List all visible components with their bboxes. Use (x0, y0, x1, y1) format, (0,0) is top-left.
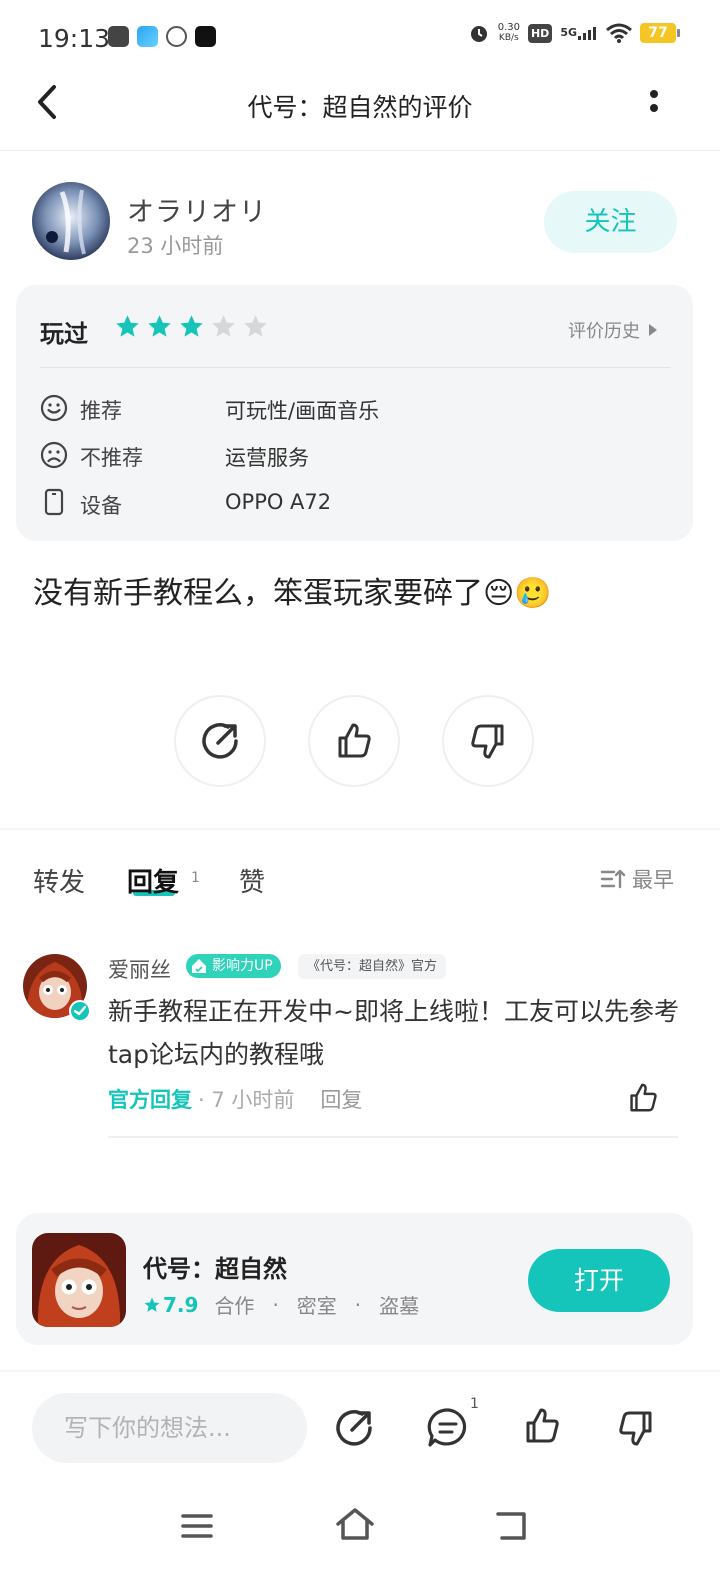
verified-badge-icon (69, 1000, 91, 1022)
game-name: 代号：超自然 (143, 1255, 287, 1283)
more-icon[interactable] (648, 88, 660, 118)
comment-meta: 官方回复 · 7 小时前 回复 (108, 1084, 362, 1114)
house-icon (192, 959, 206, 973)
game-rating: 7.9 (143, 1293, 198, 1317)
not-recommend-value: 运营服务 (225, 446, 309, 470)
alarm-icon (470, 26, 487, 42)
comment-author-name[interactable]: 爱丽丝 (108, 954, 171, 984)
game-icon[interactable] (32, 1233, 126, 1327)
played-label: 玩过 (40, 320, 88, 348)
net-speed-value: 0.30 (497, 22, 520, 33)
wifi-icon (606, 23, 632, 43)
status-time: 19:13 (38, 24, 111, 53)
star-empty-icon (244, 315, 267, 337)
game-rating-value: 7.9 (163, 1292, 199, 1317)
share-button[interactable] (174, 695, 266, 787)
hd-badge: HD (527, 23, 553, 43)
bottom-thumbs-down-icon[interactable] (614, 1406, 658, 1450)
sort-button[interactable]: 最早 (600, 864, 674, 894)
bottom-comment-count: 1 (470, 1396, 479, 1412)
game-tag: 密室 (296, 1294, 337, 1318)
author-name[interactable]: オラリオリ (127, 190, 267, 229)
phone-icon (44, 488, 64, 516)
game-tag: 合作 (214, 1294, 255, 1318)
signal-icon: 5G (560, 26, 598, 40)
smile-icon (40, 394, 68, 422)
like-button[interactable] (308, 695, 400, 787)
battery-icon: 77 (640, 23, 680, 43)
section-divider (0, 828, 720, 830)
star-filled-icon (116, 315, 139, 337)
post-time: 23 小时前 (127, 234, 224, 258)
official-reply-label: 官方回复 (108, 1088, 192, 1112)
page-title: 代号：超自然的评价 (247, 93, 473, 122)
sort-icon (600, 869, 626, 889)
back-nav-icon[interactable] (494, 1510, 530, 1542)
tiktok-app-icon (195, 26, 216, 47)
menu-icon[interactable] (180, 1512, 214, 1540)
frown-icon (40, 441, 68, 469)
bottom-thumbs-up-icon[interactable] (520, 1404, 564, 1448)
net-speed: 0.30 KB/s (497, 22, 520, 44)
game-meta: 7.9 合作 · 密室 · 盗墓 (143, 1290, 419, 1319)
device-label: 设备 (80, 494, 122, 518)
comment-reply-button[interactable]: 回复 (320, 1084, 362, 1114)
comment-divider (108, 1136, 678, 1138)
comment-like-icon[interactable] (624, 1080, 662, 1116)
official-badge: 《代号：超自然》官方 (298, 954, 447, 979)
bottom-divider (0, 1370, 720, 1372)
comment-text: 新手教程正在开发中~即将上线啦！工友可以先参考tap论坛内的教程哦 (108, 997, 679, 1069)
thumbs-down-icon (471, 724, 504, 759)
thumbs-up-icon (338, 723, 371, 758)
network-label: 5G (560, 26, 577, 39)
tab-reply-count: 1 (191, 870, 200, 886)
send-app-icon (137, 26, 158, 47)
review-history-link[interactable]: 评价历史 (568, 317, 658, 343)
rating-stars (114, 313, 269, 340)
status-right: 0.30 KB/s HD 5G 77 (468, 22, 680, 44)
tag-separator: · (272, 1292, 279, 1317)
net-speed-unit: KB/s (498, 33, 519, 43)
star-filled-icon (180, 315, 203, 337)
caret-right-icon (649, 324, 657, 336)
follow-button[interactable]: 关注 (544, 191, 677, 253)
recommend-value: 可玩性/画面音乐 (225, 399, 380, 423)
star-empty-icon (212, 315, 235, 337)
nav-divider (0, 150, 720, 151)
sort-label: 最早 (632, 868, 674, 892)
link-app-icon (166, 26, 187, 47)
bottom-comment-icon[interactable] (426, 1406, 470, 1450)
card-divider (40, 367, 670, 368)
star-filled-icon (148, 315, 171, 337)
status-app-icons (108, 26, 216, 47)
dislike-button[interactable] (442, 695, 534, 787)
tag-separator: · (354, 1292, 362, 1317)
home-icon[interactable] (334, 1506, 376, 1542)
game-tag: 盗墓 (379, 1294, 420, 1318)
not-recommend-label: 不推荐 (80, 446, 143, 470)
author-avatar[interactable] (32, 182, 110, 260)
device-value: OPPO A72 (225, 490, 332, 514)
recommend-label: 推荐 (80, 399, 122, 423)
review-text: 没有新手教程么，笨蛋玩家要碎了😔🥲 (33, 576, 552, 611)
star-icon (144, 1297, 160, 1312)
tab-reply[interactable]: 回复 (127, 862, 179, 899)
comment-time: · 7 小时前 (198, 1088, 295, 1112)
mail-app-icon (108, 26, 129, 47)
review-history-label: 评价历史 (568, 321, 640, 342)
open-game-button[interactable]: 打开 (528, 1249, 670, 1312)
tab-forward[interactable]: 转发 (33, 862, 85, 899)
tab-like[interactable]: 赞 (239, 862, 265, 899)
bottom-share-icon[interactable] (332, 1406, 376, 1450)
comment-input[interactable]: 写下你的想法... (32, 1393, 307, 1463)
share-icon (202, 723, 238, 759)
